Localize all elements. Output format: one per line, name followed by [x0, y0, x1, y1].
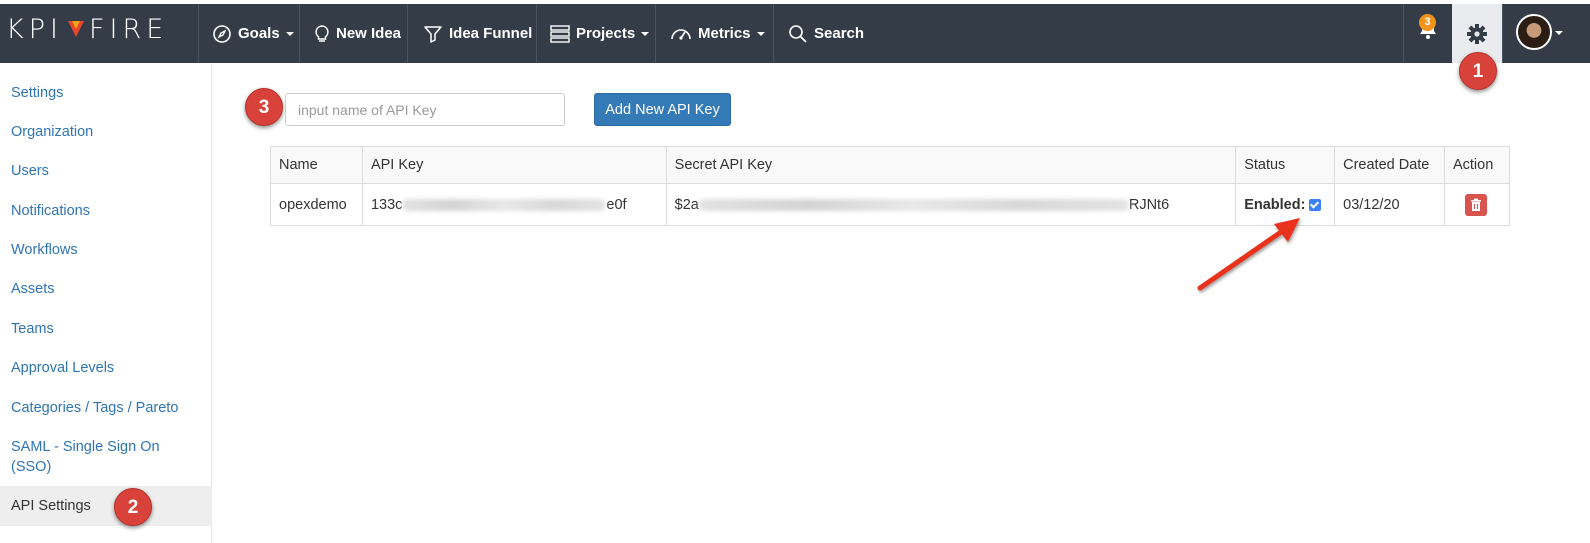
sidebar-item-workflows[interactable]: Workflows	[0, 240, 212, 260]
api-key-name-input[interactable]	[285, 93, 565, 126]
add-new-api-key-button[interactable]: Add New API Key	[594, 93, 731, 126]
api-key-end: e0f	[606, 196, 627, 213]
sidebar-item-saml[interactable]: SAML - Single Sign On (SSO)	[0, 437, 170, 477]
nav-separator	[198, 4, 199, 63]
api-key-start: 133c	[370, 196, 403, 213]
red-arrow-annotation	[1197, 218, 1300, 291]
funnel-icon	[424, 25, 442, 43]
api-key-cell: 133c e0f	[361, 183, 667, 226]
chevron-down-icon[interactable]	[1555, 31, 1563, 35]
callout-number: 3	[245, 88, 283, 126]
table-row: opexdemo 133c e0f $2a RJNt6 Enabled: 03/12…	[270, 183, 1511, 226]
server-icon	[550, 24, 570, 43]
chevron-down-icon	[641, 32, 650, 36]
nav-projects[interactable]: Projects	[550, 4, 650, 63]
nav-new-idea[interactable]: New Idea	[314, 4, 401, 63]
search-icon	[789, 24, 807, 43]
gear-icon	[1467, 23, 1487, 44]
nav-idea-funnel[interactable]: Idea Funnel	[423, 4, 532, 63]
sidebar-item-settings[interactable]: Settings	[0, 83, 212, 103]
nav-separator	[1502, 4, 1503, 63]
secret-key-end: RJNt6	[1128, 196, 1170, 213]
nav-separator	[655, 4, 656, 63]
secret-key-cell: $2a RJNt6	[665, 183, 1237, 226]
nav-separator	[536, 4, 537, 63]
lightbulb-icon	[315, 24, 329, 42]
column-header: Status	[1235, 146, 1336, 184]
column-header: Name	[270, 146, 363, 184]
column-header: Secret API Key	[665, 146, 1237, 184]
nav-idea-funnel-label: Idea Funnel	[449, 25, 533, 42]
sidebar-item-users[interactable]: Users	[0, 161, 212, 181]
sidebar-item-assets[interactable]: Assets	[0, 279, 212, 299]
nav-metrics-label: Metrics	[698, 25, 751, 42]
notification-badge: 3	[1419, 14, 1436, 31]
nav-separator	[1403, 4, 1404, 63]
redacted-blur	[402, 198, 607, 211]
compass-icon	[213, 24, 231, 43]
nav-goals-label: Goals	[238, 25, 280, 42]
chevron-down-icon	[756, 32, 765, 36]
nav-goals[interactable]: Goals	[212, 4, 294, 63]
column-header: Action	[1443, 146, 1511, 184]
api-keys-table: Name API Key Secret API Key Status Creat…	[270, 146, 1511, 226]
settings-sidebar: Settings Organization Users Notification…	[0, 63, 212, 543]
sidebar-item-organization[interactable]: Organization	[0, 122, 212, 142]
delete-button[interactable]	[1464, 193, 1487, 216]
key-name-cell: opexdemo	[270, 183, 363, 226]
kpifire-logo[interactable]: KPI FIRE	[6, 14, 168, 45]
secret-key-start: $2a	[674, 196, 699, 213]
sidebar-item-api-settings[interactable]: API Settings	[0, 486, 212, 526]
dashboard-icon	[671, 28, 691, 40]
trash-icon	[1470, 198, 1481, 211]
column-header: Created Date	[1334, 146, 1445, 184]
sidebar-item-notifications[interactable]: Notifications	[0, 201, 212, 221]
nav-projects-label: Projects	[576, 25, 636, 42]
redacted-blur	[698, 198, 1129, 211]
chevron-down-icon	[285, 32, 294, 36]
sidebar-item-approval-levels[interactable]: Approval Levels	[0, 358, 212, 378]
flame-logo-mark	[66, 19, 86, 39]
callout-number: 2	[114, 488, 152, 526]
nav-separator	[299, 4, 300, 63]
nav-metrics[interactable]: Metrics	[670, 4, 765, 63]
nav-separator	[407, 4, 408, 63]
callout-number: 1	[1459, 52, 1497, 90]
user-avatar[interactable]	[1516, 14, 1552, 50]
column-header: API Key	[361, 146, 667, 184]
table-header-row: Name API Key Secret API Key Status Creat…	[270, 146, 1511, 184]
action-cell	[1443, 183, 1511, 226]
nav-new-idea-label: New Idea	[336, 25, 402, 42]
nav-separator	[773, 4, 774, 63]
nav-search[interactable]: Search	[788, 4, 864, 63]
nav-search-label: Search	[814, 25, 865, 42]
sidebar-item-teams[interactable]: Teams	[0, 319, 212, 339]
sidebar-item-categories[interactable]: Categories / Tags / Pareto	[0, 398, 212, 418]
created-date-cell: 03/12/20	[1334, 183, 1445, 226]
